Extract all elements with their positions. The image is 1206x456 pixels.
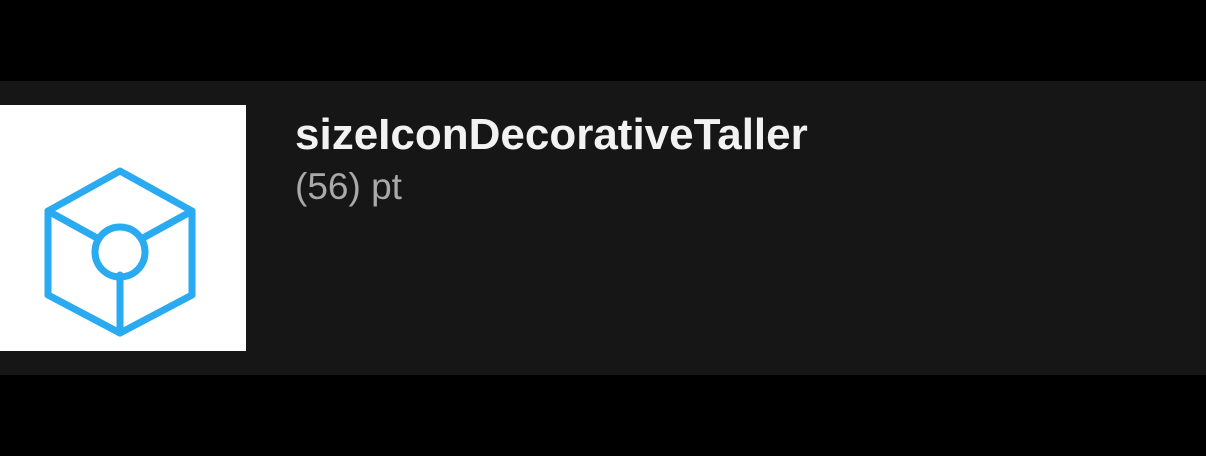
cube-icon [44, 167, 196, 337]
icon-preview [0, 105, 246, 351]
token-row: sizeIconDecorativeTaller (56) pt [0, 81, 1206, 375]
token-value: (56) pt [295, 166, 402, 207]
token-info: sizeIconDecorativeTaller (56) pt [295, 109, 808, 213]
token-name: sizeIconDecorativeTaller [295, 110, 808, 159]
